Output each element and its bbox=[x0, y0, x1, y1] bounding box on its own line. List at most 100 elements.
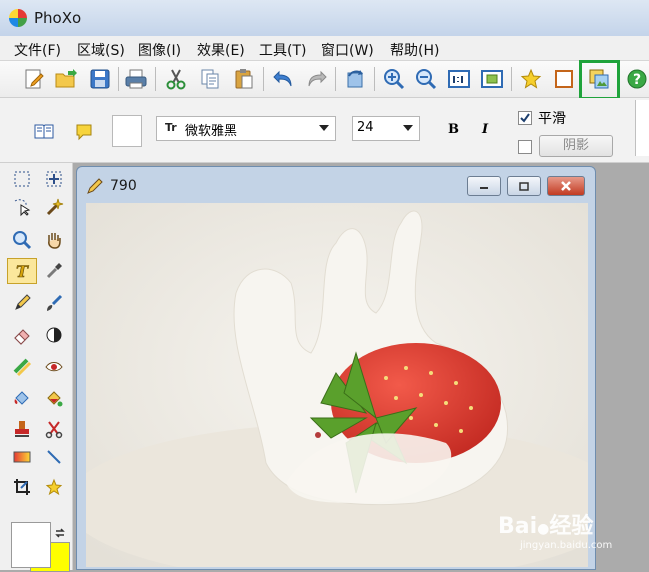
color-replace-tool[interactable] bbox=[41, 387, 67, 411]
effects-tool[interactable] bbox=[41, 475, 67, 499]
text-style-button[interactable] bbox=[34, 122, 54, 144]
move-tool[interactable] bbox=[41, 167, 67, 191]
fill-tool[interactable] bbox=[9, 387, 35, 411]
restore-window-icon bbox=[519, 182, 529, 191]
speech-bubble-icon bbox=[76, 124, 92, 141]
text-bubble-button[interactable] bbox=[74, 122, 94, 146]
fit-window-button[interactable] bbox=[478, 65, 506, 93]
undo-arrow-icon bbox=[273, 70, 292, 87]
text-t-icon: T bbox=[16, 262, 30, 281]
color-bucket-icon bbox=[47, 391, 63, 407]
eye-icon bbox=[45, 362, 63, 372]
undo-button[interactable] bbox=[270, 65, 298, 93]
pencil-icon bbox=[15, 294, 31, 310]
pencil-tool[interactable] bbox=[9, 291, 35, 315]
text-tool[interactable]: T bbox=[7, 258, 37, 284]
sparkle-star-icon bbox=[45, 478, 63, 496]
toolbar-separator bbox=[511, 67, 512, 91]
cut-button[interactable] bbox=[162, 65, 190, 93]
close-icon bbox=[561, 181, 571, 191]
magic-wand-tool[interactable] bbox=[41, 195, 67, 219]
shadow-checkbox[interactable] bbox=[518, 140, 532, 154]
lasso-select-tool[interactable] bbox=[9, 195, 35, 219]
paste-button[interactable] bbox=[230, 65, 258, 93]
frame-border-icon bbox=[555, 70, 573, 88]
help-button[interactable]: ? bbox=[623, 65, 649, 93]
book-icon bbox=[34, 124, 54, 139]
menu-image[interactable]: 图像(I) bbox=[138, 40, 181, 60]
bold-button[interactable]: B bbox=[448, 122, 459, 137]
copy-button[interactable] bbox=[196, 65, 224, 93]
rotate-button[interactable] bbox=[341, 65, 369, 93]
menu-bar: 文件(F) 区域(S) 图像(I) 效果(E) 工具(T) 窗口(W) 帮助(H… bbox=[0, 36, 649, 61]
hand-pan-icon bbox=[48, 233, 61, 249]
redo-button[interactable] bbox=[302, 65, 330, 93]
clone-tool[interactable] bbox=[9, 355, 35, 379]
zoom-in-button[interactable] bbox=[380, 65, 408, 93]
watermark-brand-suffix: 经验 bbox=[549, 514, 594, 539]
gradient-tool[interactable] bbox=[9, 445, 35, 469]
zoom-tool[interactable] bbox=[9, 228, 35, 252]
smooth-checkbox[interactable] bbox=[518, 111, 532, 125]
rotate-refresh-icon bbox=[347, 70, 363, 88]
svg-text:T: T bbox=[16, 262, 29, 281]
paw-logo-icon: ● bbox=[537, 521, 550, 537]
menu-region[interactable]: 区域(S) bbox=[77, 40, 125, 60]
red-eye-tool[interactable] bbox=[41, 355, 67, 379]
favorites-button[interactable] bbox=[517, 65, 545, 93]
toolbar-separator bbox=[374, 67, 375, 91]
text-color-swatch[interactable] bbox=[112, 115, 142, 147]
help-question-icon: ? bbox=[627, 69, 647, 89]
rect-select-tool[interactable] bbox=[9, 167, 35, 191]
foreground-color-swatch[interactable] bbox=[11, 522, 51, 568]
gradient-icon bbox=[13, 451, 31, 463]
menu-window[interactable]: 窗口(W) bbox=[321, 40, 374, 60]
contrast-tool[interactable] bbox=[41, 323, 67, 347]
main-toolbar: ? bbox=[0, 61, 649, 98]
clone-stamp-icon bbox=[13, 358, 32, 377]
actual-size-button[interactable] bbox=[445, 65, 473, 93]
maximize-button[interactable] bbox=[507, 176, 541, 196]
menu-effects[interactable]: 效果(E) bbox=[197, 40, 245, 60]
stamp-tool[interactable] bbox=[9, 417, 35, 441]
hand-tool[interactable] bbox=[41, 228, 67, 252]
font-family-select[interactable]: Tr 微软雅黑 bbox=[156, 116, 336, 141]
frame-button[interactable] bbox=[550, 65, 578, 93]
toolbar-separator bbox=[118, 67, 119, 91]
new-file-button[interactable] bbox=[20, 65, 48, 93]
star-icon bbox=[520, 68, 542, 89]
crop-tool[interactable] bbox=[9, 475, 35, 499]
clip-tool[interactable] bbox=[41, 417, 67, 441]
menu-tools[interactable]: 工具(T) bbox=[259, 40, 306, 60]
open-folder-icon bbox=[55, 69, 77, 88]
chevron-down-icon bbox=[319, 125, 329, 131]
minimize-button[interactable] bbox=[467, 176, 501, 196]
open-file-button[interactable] bbox=[52, 65, 80, 93]
actual-size-1to1-icon bbox=[448, 70, 470, 88]
title-bar bbox=[0, 0, 649, 36]
svg-text:?: ? bbox=[633, 72, 641, 88]
paint-bucket-icon bbox=[14, 391, 29, 405]
menu-help[interactable]: 帮助(H) bbox=[390, 40, 439, 60]
shadow-button[interactable]: 阴影 bbox=[539, 135, 613, 157]
watermark-url: jingyan.baidu.com bbox=[520, 540, 613, 551]
baidu-watermark: Bai●经验 bbox=[498, 508, 593, 540]
line-tool[interactable] bbox=[41, 445, 67, 469]
menu-file[interactable]: 文件(F) bbox=[14, 40, 61, 60]
paste-clipboard-icon bbox=[235, 69, 253, 89]
new-file-icon bbox=[25, 69, 44, 89]
close-button[interactable] bbox=[547, 176, 585, 196]
brush-tool[interactable] bbox=[41, 291, 67, 315]
font-size-select[interactable]: 24 bbox=[352, 116, 420, 141]
crop-icon bbox=[14, 479, 30, 495]
print-button[interactable] bbox=[122, 65, 150, 93]
save-button[interactable] bbox=[86, 65, 114, 93]
eyedropper-tool[interactable] bbox=[41, 259, 67, 283]
zoom-out-button[interactable] bbox=[412, 65, 440, 93]
italic-button[interactable]: I bbox=[482, 122, 488, 137]
preview-panel bbox=[635, 100, 649, 156]
zoom-out-icon bbox=[416, 69, 437, 90]
document-title: 790 bbox=[110, 178, 137, 194]
eraser-tool[interactable] bbox=[9, 323, 35, 347]
swap-colors-icon[interactable] bbox=[54, 527, 66, 539]
